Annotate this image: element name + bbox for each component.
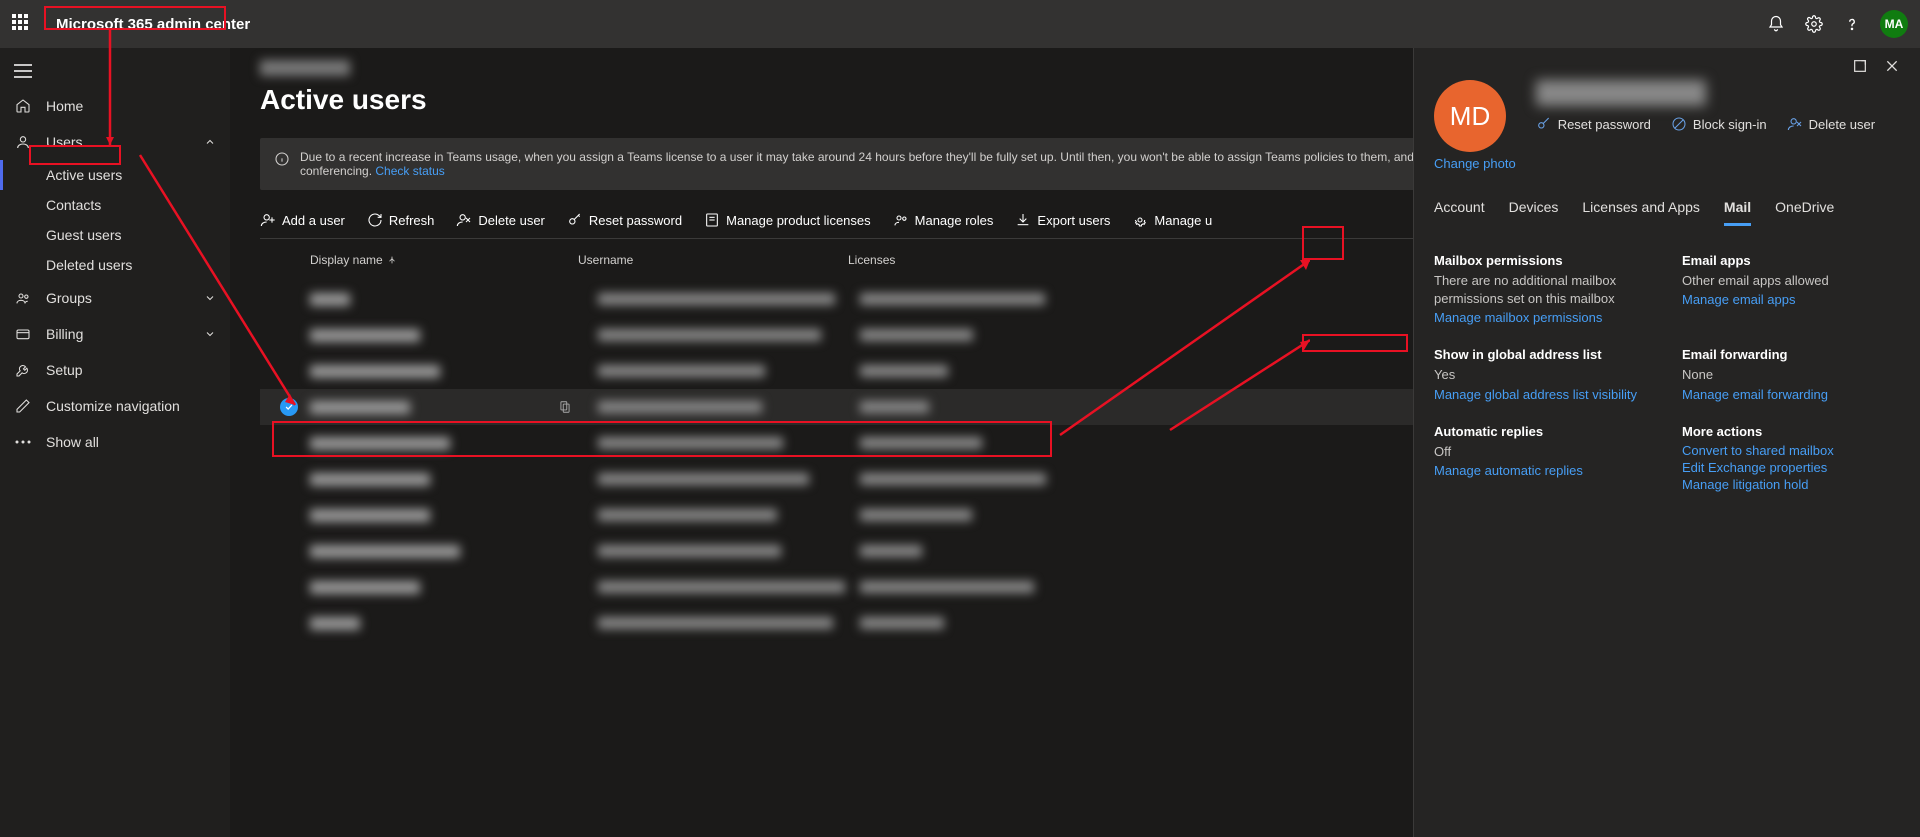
checked-icon[interactable] (280, 398, 298, 416)
change-photo-link[interactable]: Change photo (1434, 156, 1516, 171)
manage-gal-link[interactable]: Manage global address list visibility (1434, 387, 1652, 402)
panel-close-icon[interactable] (1884, 58, 1900, 74)
info-icon (274, 151, 290, 167)
nav-label: Users (46, 134, 83, 150)
nav-groups[interactable]: Groups (0, 280, 230, 316)
user-detail-panel: MD Change photo Reset password Block sig… (1413, 48, 1920, 837)
nav-show-all[interactable]: Show all (0, 424, 230, 460)
litigation-hold-link[interactable]: Manage litigation hold (1682, 477, 1900, 492)
chevron-down-icon (204, 292, 216, 304)
app-title: Microsoft 365 admin center (50, 14, 256, 35)
manage-auto-replies-link[interactable]: Manage automatic replies (1434, 463, 1652, 478)
section-more-actions: More actions Convert to shared mailbox E… (1682, 424, 1900, 492)
nav-label: Billing (46, 326, 83, 342)
nav-contacts[interactable]: Contacts (0, 190, 230, 220)
more-icon (14, 433, 32, 451)
nav-billing[interactable]: Billing (0, 316, 230, 352)
notifications-icon[interactable] (1766, 14, 1786, 34)
manage-forwarding-link[interactable]: Manage email forwarding (1682, 387, 1900, 402)
chevron-down-icon (204, 328, 216, 340)
setup-icon (14, 361, 32, 379)
nav-guest-users[interactable]: Guest users (0, 220, 230, 250)
reset-password-button[interactable]: Reset password (567, 212, 682, 228)
tab-onedrive[interactable]: OneDrive (1775, 199, 1834, 226)
add-user-button[interactable]: Add a user (260, 212, 345, 228)
nav-setup[interactable]: Setup (0, 352, 230, 388)
nav-active-users[interactable]: Active users (0, 160, 230, 190)
tab-account[interactable]: Account (1434, 199, 1485, 226)
top-bar: Microsoft 365 admin center MA (0, 0, 1920, 48)
tab-mail[interactable]: Mail (1724, 199, 1751, 226)
nav-label: Groups (46, 290, 92, 306)
section-gal: Show in global address list Yes Manage g… (1434, 347, 1652, 401)
edit-exchange-link[interactable]: Edit Exchange properties (1682, 460, 1900, 475)
export-users-button[interactable]: Export users (1015, 212, 1110, 228)
nav-label: Show all (46, 434, 99, 450)
tab-licenses[interactable]: Licenses and Apps (1582, 199, 1700, 226)
tab-devices[interactable]: Devices (1509, 199, 1559, 226)
section-forwarding: Email forwarding None Manage email forwa… (1682, 347, 1900, 401)
sidebar: Home Users Active users Contacts Guest u… (0, 48, 230, 837)
nav-deleted-users[interactable]: Deleted users (0, 250, 230, 280)
app-launcher-icon[interactable] (12, 14, 32, 34)
groups-icon (14, 289, 32, 307)
nav-label: Customize navigation (46, 398, 180, 414)
nav-label: Setup (46, 362, 83, 378)
menu-toggle-icon[interactable] (0, 54, 230, 88)
panel-expand-icon[interactable] (1852, 58, 1868, 74)
chevron-up-icon (204, 136, 216, 148)
user-avatar[interactable]: MA (1880, 10, 1908, 38)
manage-mailbox-permissions-link[interactable]: Manage mailbox permissions (1434, 310, 1652, 325)
col-username[interactable]: Username (578, 253, 848, 267)
billing-icon (14, 325, 32, 343)
panel-tabs: Account Devices Licenses and Apps Mail O… (1434, 199, 1900, 227)
edit-icon (14, 397, 32, 415)
nav-users[interactable]: Users (0, 124, 230, 160)
breadcrumb (260, 60, 350, 76)
check-status-link[interactable]: Check status (375, 164, 444, 178)
section-email-apps: Email apps Other email apps allowed Mana… (1682, 253, 1900, 325)
section-auto-replies: Automatic replies Off Manage automatic r… (1434, 424, 1652, 492)
user-avatar-large: MD (1434, 80, 1506, 152)
delete-user-action[interactable]: Delete user (1787, 116, 1875, 132)
user-icon (14, 133, 32, 151)
reset-password-action[interactable]: Reset password (1536, 116, 1651, 132)
manage-email-apps-link[interactable]: Manage email apps (1682, 292, 1900, 307)
manage-roles-button[interactable]: Manage roles (893, 212, 994, 228)
section-mailbox-permissions: Mailbox permissions There are no additio… (1434, 253, 1652, 325)
block-signin-action[interactable]: Block sign-in (1671, 116, 1767, 132)
nav-customize[interactable]: Customize navigation (0, 388, 230, 424)
manage-more-button[interactable]: Manage u (1132, 212, 1212, 228)
nav-home[interactable]: Home (0, 88, 230, 124)
top-right: MA (1766, 10, 1908, 38)
home-icon (14, 97, 32, 115)
settings-icon[interactable] (1804, 14, 1824, 34)
refresh-button[interactable]: Refresh (367, 212, 435, 228)
convert-shared-link[interactable]: Convert to shared mailbox (1682, 443, 1900, 458)
nav-label: Home (46, 98, 83, 114)
delete-user-button[interactable]: Delete user (456, 212, 544, 228)
manage-licenses-button[interactable]: Manage product licenses (704, 212, 871, 228)
panel-body: Mailbox permissions There are no additio… (1434, 253, 1900, 492)
help-icon[interactable] (1842, 14, 1862, 34)
col-display-name[interactable]: Display name (310, 253, 578, 267)
panel-user-name (1536, 80, 1706, 106)
